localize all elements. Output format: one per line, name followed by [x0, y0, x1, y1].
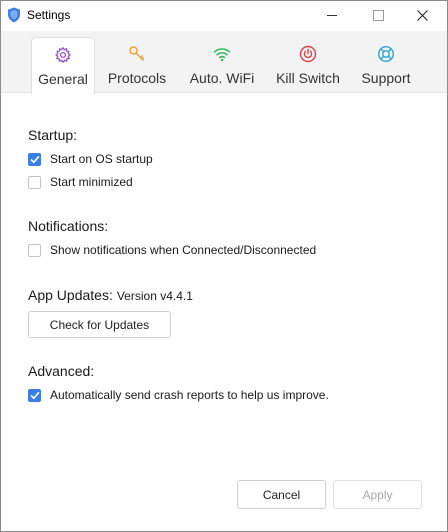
maximize-button[interactable] — [355, 1, 401, 29]
key-icon — [129, 46, 145, 61]
start-minimized-label: Start minimized — [50, 175, 133, 189]
minimize-button[interactable] — [309, 1, 355, 29]
tab-label: Auto. WiFi — [189, 70, 255, 86]
window-title: Settings — [27, 8, 71, 22]
advanced-heading: Advanced: — [28, 363, 95, 379]
minimize-icon — [327, 14, 337, 16]
tab-label: Kill Switch — [276, 70, 340, 86]
apply-button[interactable]: Apply — [333, 480, 422, 509]
tab-label: General — [38, 71, 88, 87]
version-text: Version v4.4.1 — [116, 289, 193, 303]
power-icon — [299, 45, 317, 63]
show-notifications-checkbox[interactable] — [28, 243, 41, 257]
app-updates-title: App Updates: — [28, 287, 113, 303]
checkmark-icon — [29, 391, 40, 399]
tab-support[interactable]: Support — [357, 37, 415, 92]
tab-auto-wifi[interactable]: Auto. WiFi — [187, 37, 257, 92]
settings-window: Settings General Protocols Auto. WiFi Ki… — [0, 0, 448, 532]
check-for-updates-button[interactable]: Check for Updates — [28, 311, 171, 338]
start-on-os-label: Start on OS startup — [50, 152, 153, 166]
close-button[interactable] — [399, 1, 445, 29]
crash-reports-label: Automatically send crash reports to help… — [50, 388, 329, 402]
startup-heading: Startup: — [28, 127, 78, 143]
tab-label: Support — [361, 70, 411, 86]
crash-reports-checkbox[interactable] — [28, 388, 41, 402]
tab-protocols[interactable]: Protocols — [105, 37, 169, 92]
close-icon — [416, 9, 428, 21]
start-minimized-checkbox[interactable] — [28, 175, 41, 189]
start-on-os-option[interactable]: Start on OS startup — [28, 152, 153, 166]
start-minimized-option[interactable]: Start minimized — [28, 175, 133, 189]
wifi-icon — [213, 48, 231, 62]
tab-label: Protocols — [107, 70, 167, 86]
maximize-icon — [372, 9, 384, 21]
tab-kill-switch[interactable]: Kill Switch — [273, 37, 343, 92]
app-updates-heading: App Updates: Version v4.4.1 — [28, 287, 193, 303]
checkmark-icon — [29, 155, 40, 163]
shield-icon — [8, 7, 20, 23]
start-on-os-checkbox[interactable] — [28, 152, 41, 166]
tab-strip: General Protocols Auto. WiFi Kill Switch… — [1, 31, 447, 94]
notifications-heading: Notifications: — [28, 218, 109, 234]
title-bar[interactable]: Settings — [1, 1, 447, 31]
crash-reports-option[interactable]: Automatically send crash reports to help… — [28, 388, 329, 402]
show-notifications-option[interactable]: Show notifications when Connected/Discon… — [28, 243, 316, 257]
show-notifications-label: Show notifications when Connected/Discon… — [50, 243, 317, 257]
tab-general[interactable]: General — [31, 37, 95, 94]
cancel-button[interactable]: Cancel — [237, 480, 326, 509]
lifebuoy-icon — [377, 45, 395, 63]
gear-icon — [55, 46, 71, 64]
